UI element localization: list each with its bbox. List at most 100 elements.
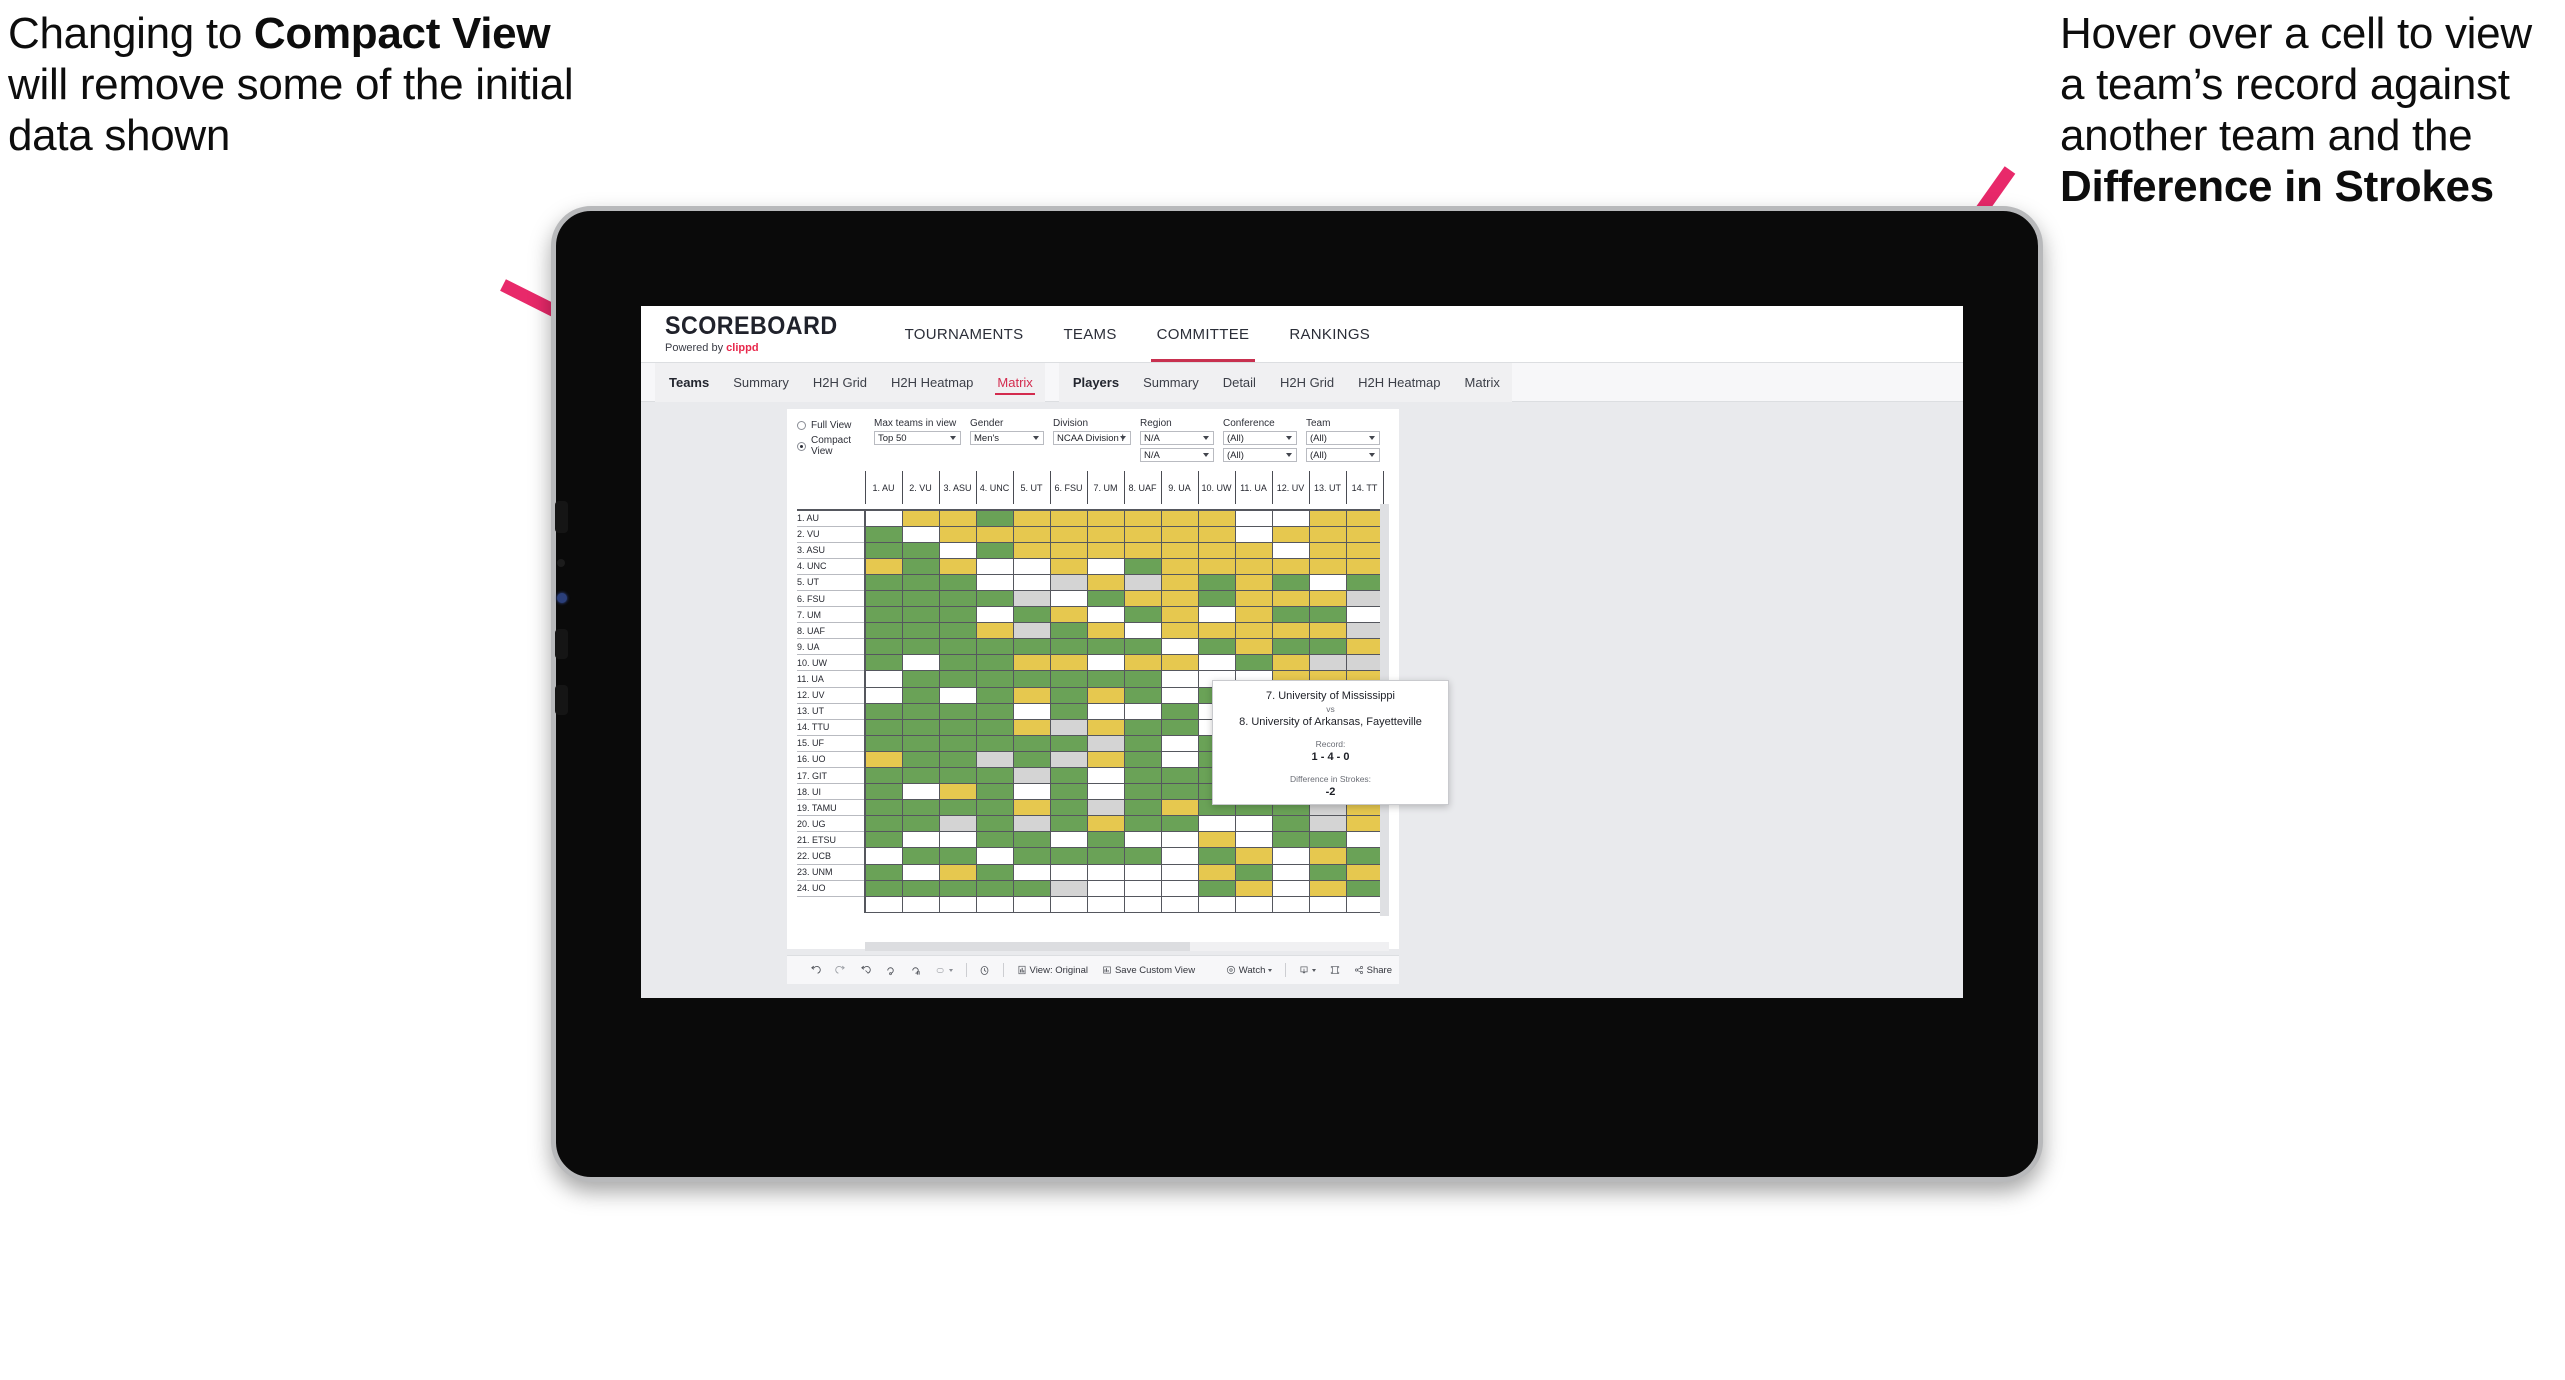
matrix-cell[interactable]: [975, 750, 1014, 769]
matrix-cell[interactable]: [1012, 686, 1051, 704]
matrix-row-header[interactable]: 6. FSU: [797, 590, 866, 608]
matrix-cell[interactable]: [975, 815, 1014, 833]
matrix-cell[interactable]: [1049, 766, 1088, 785]
matrix-cell[interactable]: [938, 879, 977, 897]
matrix-cell[interactable]: [1234, 831, 1273, 849]
select-division[interactable]: NCAA Division I: [1053, 431, 1131, 445]
matrix-cell[interactable]: [1271, 525, 1310, 543]
matrix-row-header[interactable]: 16. UO: [797, 751, 866, 769]
select-gender[interactable]: Men's: [970, 431, 1044, 445]
matrix-cell[interactable]: [1012, 879, 1051, 897]
matrix-cell[interactable]: [1086, 766, 1125, 785]
matrix-row-header[interactable]: 24. UO: [797, 880, 866, 897]
matrix-row-header[interactable]: 7. UM: [797, 606, 866, 624]
matrix-cell[interactable]: [1197, 509, 1236, 527]
matrix-cell[interactable]: [864, 606, 903, 624]
matrix-cell[interactable]: [1271, 638, 1310, 656]
matrix-cell[interactable]: [1049, 606, 1088, 624]
matrix-cell[interactable]: [975, 718, 1014, 736]
matrix-cell[interactable]: [1012, 606, 1051, 624]
matrix-cell[interactable]: [1271, 557, 1310, 575]
matrix-cell[interactable]: [1012, 847, 1051, 865]
matrix-cell[interactable]: [1197, 863, 1236, 881]
matrix-cell[interactable]: [1345, 863, 1384, 881]
matrix-cell[interactable]: [1049, 750, 1088, 769]
matrix-cell[interactable]: [938, 863, 977, 881]
matrix-cell[interactable]: [1086, 573, 1125, 591]
matrix-cell[interactable]: [975, 702, 1014, 720]
matrix-cell[interactable]: [901, 815, 940, 833]
matrix-cell[interactable]: [864, 799, 903, 817]
matrix-cell[interactable]: [1086, 799, 1125, 817]
matrix-cell[interactable]: [1160, 734, 1199, 752]
brand-logo[interactable]: SCOREBOARD Powered by clippd: [665, 306, 885, 362]
matrix-cell[interactable]: [975, 670, 1014, 688]
matrix-cell[interactable]: [1123, 541, 1162, 559]
matrix-cell[interactable]: [1049, 541, 1088, 559]
matrix-cell[interactable]: [901, 766, 940, 785]
matrix-cell[interactable]: [1049, 654, 1088, 672]
matrix-cell[interactable]: [1197, 879, 1236, 897]
matrix-cell[interactable]: [1160, 573, 1199, 591]
matrix-cell[interactable]: [1160, 654, 1199, 672]
matrix-cell[interactable]: [1012, 638, 1051, 656]
matrix-cell[interactable]: [938, 750, 977, 769]
matrix-cell[interactable]: [975, 622, 1014, 640]
matrix-row-header[interactable]: 4. UNC: [797, 558, 866, 575]
matrix-cell[interactable]: [864, 766, 903, 785]
matrix-cell[interactable]: [901, 557, 940, 575]
matrix-row-header[interactable]: 14. TTU: [797, 719, 866, 736]
matrix-row-header[interactable]: 10. UW: [797, 654, 866, 672]
matrix-col-header[interactable]: 5. UT: [1012, 471, 1051, 504]
matrix-cell[interactable]: [975, 573, 1014, 591]
matrix-cell[interactable]: [1345, 654, 1384, 672]
matrix-cell[interactable]: [1308, 606, 1347, 624]
matrix-cell[interactable]: [901, 863, 940, 881]
matrix-cell[interactable]: [901, 750, 940, 769]
matrix-cell[interactable]: [938, 718, 977, 736]
matrix-cell[interactable]: [1160, 670, 1199, 688]
matrix-cell[interactable]: [1123, 863, 1162, 881]
zoom-dropdown-button[interactable]: [928, 965, 960, 976]
matrix-cell[interactable]: [1234, 815, 1273, 833]
matrix-cell[interactable]: [864, 702, 903, 720]
matrix-cell[interactable]: [975, 783, 1014, 801]
matrix-cell[interactable]: [975, 606, 1014, 624]
matrix-cell[interactable]: [1049, 686, 1088, 704]
matrix-cell[interactable]: [1345, 847, 1384, 865]
share-button[interactable]: Share: [1347, 965, 1399, 976]
matrix-cell[interactable]: [901, 734, 940, 752]
watch-button[interactable]: Watch: [1219, 965, 1280, 976]
matrix-cell[interactable]: [1160, 557, 1199, 575]
matrix-cell[interactable]: [901, 702, 940, 720]
matrix-cell[interactable]: [1160, 589, 1199, 608]
matrix-col-header[interactable]: 10. UW: [1197, 471, 1236, 504]
matrix-cell[interactable]: [938, 589, 977, 608]
matrix-cell[interactable]: [1197, 622, 1236, 640]
matrix-cell[interactable]: [1160, 879, 1199, 897]
tab-teams-h2h-heatmap[interactable]: H2H Heatmap: [879, 363, 985, 402]
matrix-cell[interactable]: [1308, 654, 1347, 672]
matrix-cell[interactable]: [938, 573, 977, 591]
matrix-cell[interactable]: [1086, 670, 1125, 688]
matrix-col-header[interactable]: 12. UV: [1271, 471, 1310, 504]
matrix-cell[interactable]: [1086, 831, 1125, 849]
topnav-teams[interactable]: TEAMS: [1043, 306, 1136, 362]
matrix-cell[interactable]: [864, 863, 903, 881]
matrix-cell[interactable]: [1086, 718, 1125, 736]
matrix-cell[interactable]: [1160, 718, 1199, 736]
matrix-cell[interactable]: [1197, 557, 1236, 575]
matrix-cell[interactable]: [1012, 750, 1051, 769]
pause-button[interactable]: [903, 965, 928, 976]
radio-compact-view[interactable]: Compact View: [797, 435, 874, 457]
matrix-cell[interactable]: [975, 686, 1014, 704]
matrix-cell[interactable]: [1345, 509, 1384, 527]
matrix-cell[interactable]: [1271, 541, 1310, 559]
matrix-cell[interactable]: [901, 799, 940, 817]
matrix-cell[interactable]: [1197, 541, 1236, 559]
matrix-cell[interactable]: [1308, 509, 1347, 527]
matrix-cell[interactable]: [975, 831, 1014, 849]
matrix-row-header[interactable]: 19. TAMU: [797, 799, 866, 817]
matrix-cell[interactable]: [1271, 863, 1310, 881]
tab-players-summary[interactable]: Summary: [1131, 363, 1211, 402]
